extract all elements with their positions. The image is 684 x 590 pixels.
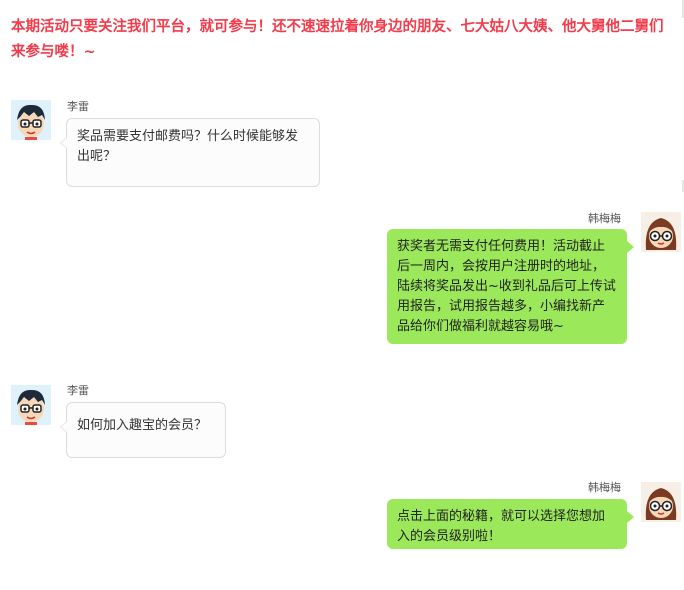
promo-headline: 本期活动只要关注我们平台，就可参与！还不速速拉着你身边的朋友、七大姑八大姨、他大… <box>11 19 664 60</box>
chat-bubble-right: 获奖者无需支付任何费用！活动截止后一周内，会按用户注册时的地址，陆续将奖品发出~… <box>387 229 634 344</box>
avatar-boy-icon <box>11 100 51 140</box>
avatar-boy-icon <box>11 385 51 425</box>
sender-name: 李雷 <box>67 384 89 397</box>
sender-name: 韩梅梅 <box>588 481 621 494</box>
avatar-girl-icon <box>641 482 681 522</box>
avatar-girl-icon <box>641 212 681 252</box>
chat-bubble-left: 如何加入趣宝的会员？ <box>60 402 226 458</box>
chat-bubble-left: 奖品需要支付邮费吗？什么时候能够发出呢？ <box>60 118 320 187</box>
sender-name: 李雷 <box>67 100 89 113</box>
sender-name: 韩梅梅 <box>588 212 621 225</box>
chat-bubble-right: 点击上面的秘籍，就可以选择您想加入的会员级别啦！ <box>387 499 634 549</box>
